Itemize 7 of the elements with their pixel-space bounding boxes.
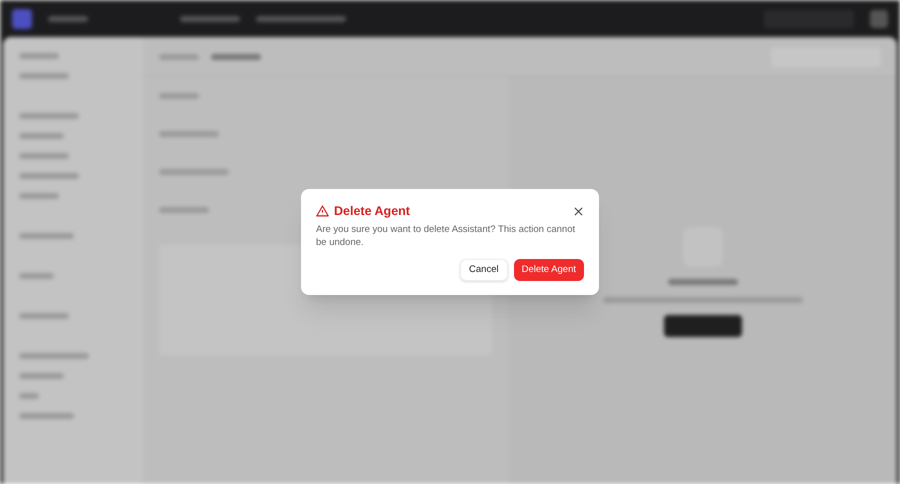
close-icon bbox=[574, 206, 582, 216]
dialog-title: Delete Agent bbox=[334, 202, 410, 220]
delete-button[interactable]: Delete Agent bbox=[514, 259, 584, 282]
cancel-button[interactable]: Cancel bbox=[460, 259, 508, 282]
warning-icon bbox=[316, 205, 329, 217]
dialog-message: Are you sure you want to delete Assistant? This action cannot be undone. bbox=[316, 223, 576, 250]
close-button[interactable] bbox=[572, 205, 584, 217]
